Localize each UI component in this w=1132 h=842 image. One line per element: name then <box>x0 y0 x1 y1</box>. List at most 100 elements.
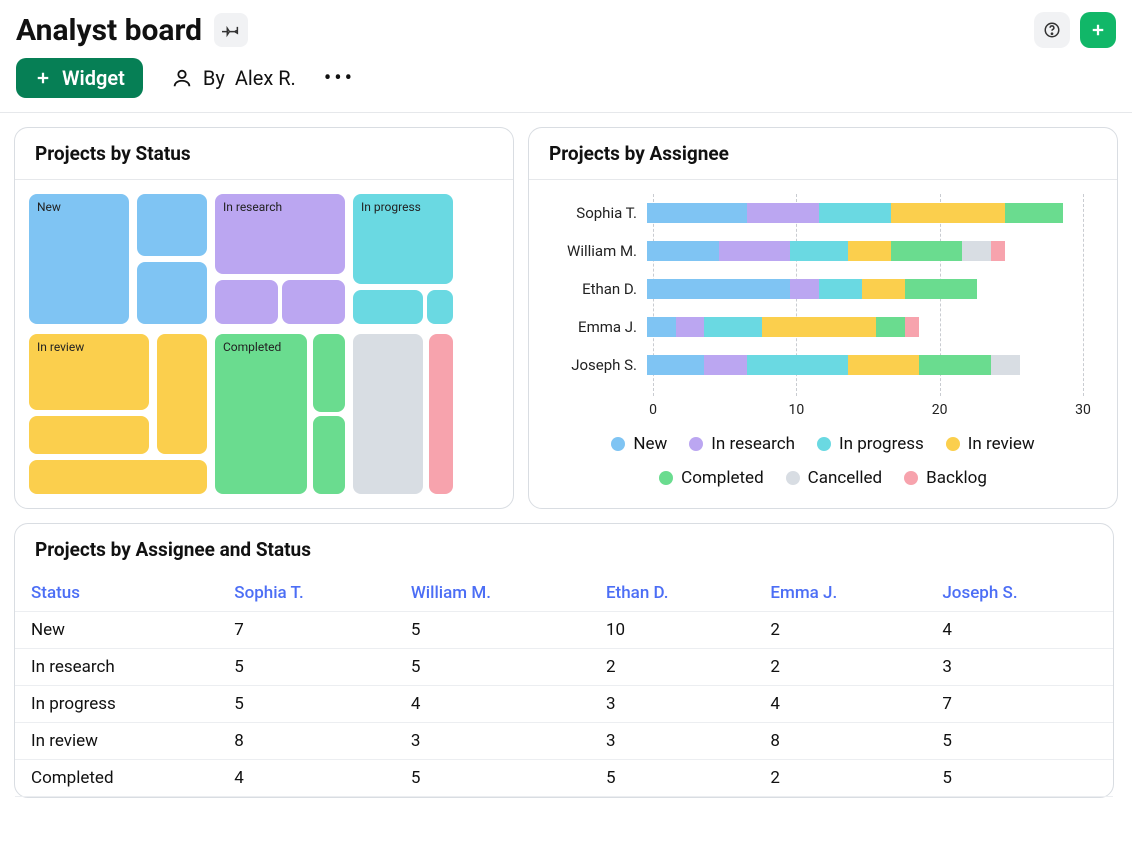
bar-segment[interactable] <box>676 317 705 337</box>
table-row: In research55223 <box>15 649 1113 686</box>
treemap-cell[interactable]: In review <box>29 334 149 410</box>
pin-button[interactable] <box>214 13 248 47</box>
treemap-cell[interactable]: In research <box>215 194 345 274</box>
person-icon <box>171 67 193 89</box>
bar-segment[interactable] <box>991 355 1020 375</box>
card-title: Projects by Assignee <box>529 128 1117 180</box>
treemap-cell[interactable] <box>427 290 453 324</box>
treemap-cell[interactable] <box>137 194 207 256</box>
treemap-cell[interactable] <box>313 334 345 412</box>
bar-segment[interactable] <box>891 241 963 261</box>
table-cell: 7 <box>218 612 395 649</box>
bar-segment[interactable] <box>905 317 919 337</box>
table-row: In progress54347 <box>15 686 1113 723</box>
table-header-cell[interactable]: Sophia T. <box>218 575 395 612</box>
legend-item[interactable]: In review <box>946 434 1035 454</box>
bar-segment[interactable] <box>819 279 862 299</box>
legend-item[interactable]: Backlog <box>904 468 987 488</box>
pin-icon <box>222 21 240 39</box>
bar-segment[interactable] <box>905 279 977 299</box>
bar-segment[interactable] <box>747 203 819 223</box>
bar-track[interactable] <box>647 355 1077 375</box>
add-button[interactable] <box>1080 12 1116 48</box>
bar-segment[interactable] <box>962 241 991 261</box>
help-button[interactable] <box>1034 12 1070 48</box>
legend-item[interactable]: In progress <box>817 434 924 454</box>
bar-segment[interactable] <box>991 241 1005 261</box>
bar-segment[interactable] <box>1005 203 1062 223</box>
bar-segment[interactable] <box>762 317 877 337</box>
table-row: Completed45525 <box>15 760 1113 797</box>
bar-segment[interactable] <box>790 241 847 261</box>
bar-track[interactable] <box>647 279 1077 299</box>
legend-label: In research <box>711 434 795 454</box>
bar-segment[interactable] <box>647 355 704 375</box>
bar-segment[interactable] <box>862 279 905 299</box>
treemap-cell[interactable]: Completed <box>215 334 307 494</box>
table-row: New751024 <box>15 612 1113 649</box>
treemap-cell[interactable] <box>29 416 149 454</box>
treemap-cell[interactable]: New <box>29 194 129 324</box>
table-cell: In research <box>15 649 218 686</box>
table-cell: In review <box>15 723 218 760</box>
legend-item[interactable]: In research <box>689 434 795 454</box>
table-header-cell[interactable]: Status <box>15 575 218 612</box>
treemap-cell[interactable] <box>429 334 453 494</box>
card-projects-by-status: Projects by Status NewIn researchIn prog… <box>14 127 514 509</box>
bar-segment[interactable] <box>647 203 747 223</box>
table-header-cell[interactable]: William M. <box>395 575 590 612</box>
more-button[interactable]: ••• <box>324 66 355 91</box>
author-info[interactable]: By Alex R. <box>171 66 296 90</box>
bar-row: Ethan D. <box>547 274 1099 304</box>
treemap-cell[interactable] <box>282 280 345 324</box>
stacked-bar-chart[interactable]: Sophia T.William M.Ethan D.Emma J.Joseph… <box>543 194 1103 396</box>
x-tick: 0 <box>649 402 657 418</box>
card-projects-by-assignee: Projects by Assignee Sophia T.William M.… <box>528 127 1118 509</box>
bar-segment[interactable] <box>719 241 791 261</box>
legend-item[interactable]: New <box>611 434 667 454</box>
treemap-cell[interactable]: In progress <box>353 194 453 284</box>
bar-track[interactable] <box>647 203 1077 223</box>
bar-row: Sophia T. <box>547 198 1099 228</box>
bar-segment[interactable] <box>819 203 891 223</box>
bar-segment[interactable] <box>647 317 676 337</box>
card-title: Projects by Assignee and Status <box>15 524 1113 575</box>
legend-swatch <box>689 437 703 451</box>
legend-swatch <box>611 437 625 451</box>
treemap-cell[interactable] <box>353 334 423 494</box>
bar-segment[interactable] <box>704 355 747 375</box>
bar-segment[interactable] <box>891 203 1006 223</box>
legend-item[interactable]: Completed <box>659 468 764 488</box>
bar-track[interactable] <box>647 241 1077 261</box>
treemap-chart[interactable]: New In researchIn progress In review Comple… <box>29 194 489 494</box>
treemap-cell[interactable] <box>215 280 278 324</box>
legend-swatch <box>817 437 831 451</box>
by-label: By <box>203 66 225 90</box>
bar-segment[interactable] <box>848 241 891 261</box>
legend-label: New <box>633 434 667 454</box>
table-header-cell[interactable]: Joseph S. <box>926 575 1113 612</box>
treemap-cell[interactable] <box>29 460 207 494</box>
bar-segment[interactable] <box>647 279 790 299</box>
bar-segment[interactable] <box>704 317 761 337</box>
add-widget-button[interactable]: Widget <box>16 58 143 98</box>
table-header-cell[interactable]: Emma J. <box>754 575 926 612</box>
treemap-cell[interactable] <box>313 416 345 494</box>
table-cell: 3 <box>590 723 754 760</box>
bar-segment[interactable] <box>876 317 905 337</box>
bar-segment[interactable] <box>790 279 819 299</box>
bar-label: Joseph S. <box>547 356 647 374</box>
bar-segment[interactable] <box>647 241 719 261</box>
table-header-cell[interactable]: Ethan D. <box>590 575 754 612</box>
treemap-cell[interactable] <box>157 334 207 454</box>
legend-swatch <box>786 471 800 485</box>
bar-label: Sophia T. <box>547 204 647 222</box>
bar-segment[interactable] <box>919 355 991 375</box>
legend-label: In progress <box>839 434 924 454</box>
treemap-cell[interactable] <box>137 262 207 324</box>
treemap-cell[interactable] <box>353 290 423 324</box>
bar-track[interactable] <box>647 317 1077 337</box>
bar-segment[interactable] <box>747 355 847 375</box>
bar-segment[interactable] <box>848 355 920 375</box>
legend-item[interactable]: Cancelled <box>786 468 882 488</box>
